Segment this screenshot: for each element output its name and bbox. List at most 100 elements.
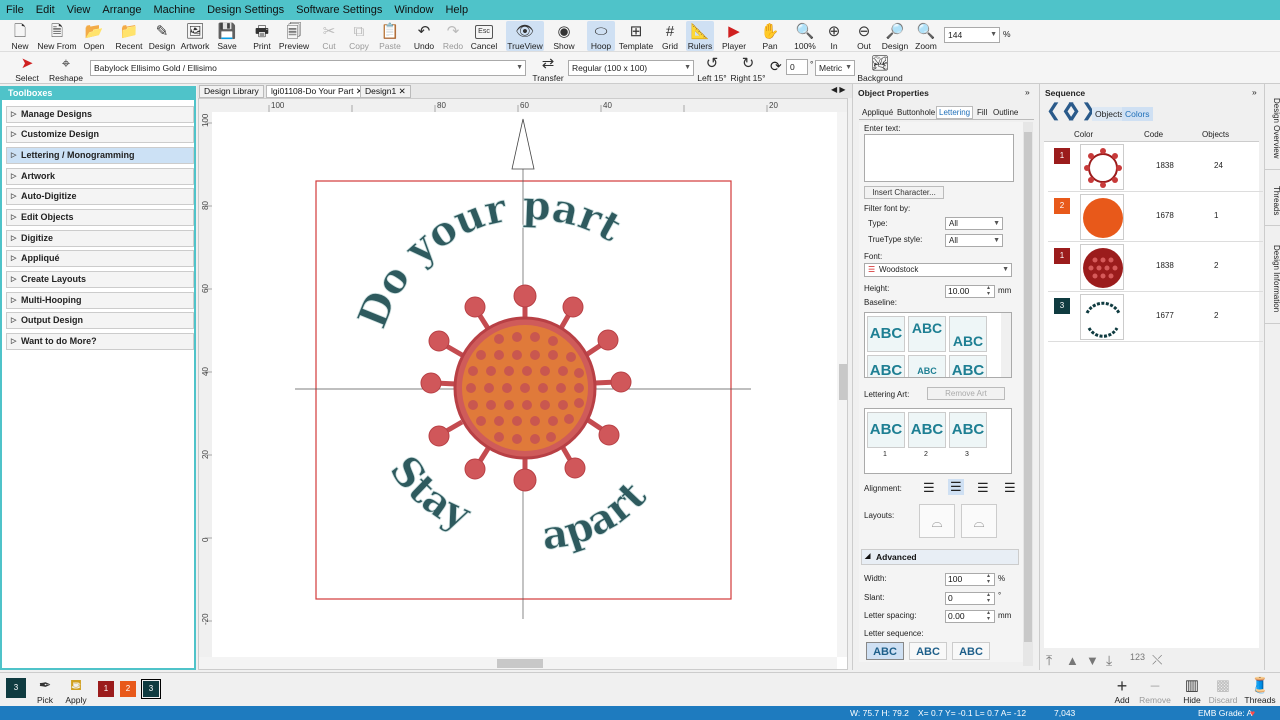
baseline-wave-option[interactable]: ABC: [949, 355, 987, 377]
menu-window[interactable]: Window: [388, 4, 439, 16]
copy-button[interactable]: ⧉ Copy: [346, 21, 372, 52]
menu-edit[interactable]: Edit: [30, 4, 61, 16]
move-to-top-icon[interactable]: ⤒: [1046, 652, 1052, 669]
toolbox-manage-designs[interactable]: Manage Designs: [6, 106, 194, 123]
slant-input[interactable]: 0: [945, 592, 995, 605]
new-from-button[interactable]: 🗎 New From: [37, 21, 77, 52]
move-to-bottom-icon[interactable]: ⤓: [1106, 652, 1112, 669]
baseline-arc-bottom-option[interactable]: ABC: [949, 316, 987, 352]
zoom-level-select[interactable]: 144 ▼: [944, 27, 1000, 43]
advanced-section-header[interactable]: ◢ Advanced: [861, 549, 1019, 565]
rotation-angle-input[interactable]: 0: [786, 59, 808, 75]
save-button[interactable]: 💾 Save: [215, 21, 239, 52]
hoop-button[interactable]: ⬭ Hoop: [587, 21, 615, 51]
letter-spacing-input[interactable]: 0.00: [945, 610, 995, 623]
pick-color-button[interactable]: ✒ Pick: [34, 675, 56, 706]
palette-color-1[interactable]: 1: [98, 681, 114, 697]
add-color-button[interactable]: + Add: [1110, 675, 1134, 705]
baseline-scrollbar[interactable]: [1001, 313, 1011, 377]
tab-outline[interactable]: Outline: [993, 108, 1018, 117]
layout-option-2-icon[interactable]: ⌓: [961, 504, 997, 538]
toolbox-artwork[interactable]: Artwork: [6, 168, 194, 185]
tab-applique[interactable]: Appliqué: [862, 108, 893, 117]
tab-design-information[interactable]: Design Information: [1265, 234, 1280, 324]
cancel-button[interactable]: Esc Cancel: [469, 21, 499, 51]
palette-color-2[interactable]: 2: [120, 681, 136, 697]
tab-do-your-part[interactable]: lgi01108-Do Your Part ✕: [266, 85, 369, 98]
vertical-scroll-thumb[interactable]: [839, 364, 847, 400]
zoom-button[interactable]: 🔍 Zoom: [912, 21, 940, 52]
artwork-button[interactable]: 🖼 Artwork: [180, 21, 210, 52]
template-button[interactable]: ⊞ Template: [618, 21, 654, 52]
recent-button[interactable]: 📁 Recent: [112, 21, 146, 52]
close-icon[interactable]: ✕: [399, 86, 406, 96]
hide-button[interactable]: ▥ Hide: [1180, 675, 1204, 706]
horizontal-scroll-thumb[interactable]: [497, 659, 543, 668]
baseline-circle-option[interactable]: ABC: [867, 355, 905, 377]
toolbox-lettering[interactable]: Lettering / Monogramming: [6, 147, 194, 164]
sequence-reverse-option[interactable]: ABC: [952, 642, 990, 660]
discard-button[interactable]: ▩ Discard: [1208, 675, 1238, 706]
tab-design-overview[interactable]: Design Overview: [1265, 88, 1280, 170]
player-button[interactable]: ▶ Player: [720, 21, 748, 52]
enter-text-field[interactable]: [864, 134, 1014, 182]
toolbox-output-design[interactable]: Output Design: [6, 312, 194, 329]
remove-color-button[interactable]: − Remove: [1138, 675, 1172, 705]
background-button[interactable]: 🏞 Background: [857, 53, 902, 84]
toolbox-digitize[interactable]: Digitize: [6, 230, 194, 247]
rotate-left-button[interactable]: ↺ Left 15°: [697, 53, 727, 84]
expand-panel-icon[interactable]: »: [1252, 87, 1257, 97]
rulers-button[interactable]: 📐 Rulers: [686, 21, 714, 51]
select-button[interactable]: ➤ Select: [12, 53, 42, 84]
sequence-center-option[interactable]: ABC: [909, 642, 947, 660]
toolbox-customize-design[interactable]: Customize Design: [6, 126, 194, 143]
tab-design1[interactable]: Design1 ✕: [360, 85, 411, 98]
toolbox-applique[interactable]: Appliqué: [6, 250, 194, 267]
properties-scroll-thumb[interactable]: [1024, 132, 1032, 642]
optimize-icon[interactable]: ⤬: [1152, 652, 1162, 668]
baseline-vertical-option[interactable]: ABC: [908, 355, 946, 377]
height-input[interactable]: 10.00: [945, 285, 995, 298]
sequence-row[interactable]: 2 1678 1: [1048, 192, 1263, 242]
zoom-100-button[interactable]: 🔍 100%: [792, 21, 818, 52]
threads-button[interactable]: 🧵 Threads: [1244, 675, 1275, 706]
move-up-icon[interactable]: ▲: [1066, 653, 1079, 668]
truetype-style-select[interactable]: All ▼: [945, 234, 1003, 247]
align-right-icon[interactable]: ☰: [977, 480, 989, 496]
lettering-art-option-3[interactable]: ABC: [949, 412, 987, 448]
menu-help[interactable]: Help: [439, 4, 474, 16]
menu-design-settings[interactable]: Design Settings: [201, 4, 290, 16]
toolbox-create-layouts[interactable]: Create Layouts: [6, 271, 194, 288]
menu-arrange[interactable]: Arrange: [96, 4, 147, 16]
tab-lettering[interactable]: Lettering: [936, 106, 974, 119]
properties-scrollbar[interactable]: [1023, 122, 1033, 666]
tab-colors[interactable]: Colors: [1122, 107, 1153, 121]
move-down-icon[interactable]: ▼: [1086, 653, 1099, 668]
undo-button[interactable]: ↶ Undo: [411, 21, 437, 52]
sequence-row[interactable]: 1 1838 24: [1048, 142, 1263, 192]
zoom-design-button[interactable]: 🔎 Design: [880, 21, 910, 52]
menu-view[interactable]: View: [61, 4, 97, 16]
design-button[interactable]: ✎ Design: [148, 21, 176, 52]
baseline-gallery[interactable]: ABC ABC ABC ABC ABC ABC: [864, 312, 1012, 378]
open-button[interactable]: 📂 Open: [82, 21, 106, 52]
apply-color-button[interactable]: ⛾ Apply: [62, 675, 90, 706]
baseline-arc-top-option[interactable]: ABC: [908, 316, 946, 352]
rotate-right-button[interactable]: ↻ Right 15°: [730, 53, 765, 84]
new-button[interactable]: 🗋 New: [8, 21, 32, 52]
type-select[interactable]: All ▼: [945, 217, 1003, 230]
baseline-straight-option[interactable]: ABC: [867, 316, 905, 352]
current-color-swatch[interactable]: 3: [6, 678, 26, 698]
show-button[interactable]: ◉ Show: [549, 21, 579, 52]
sequence-row[interactable]: 1 1838 2: [1048, 242, 1263, 292]
grid-button[interactable]: # Grid: [658, 21, 682, 52]
tab-scroll-arrows-icon[interactable]: ◀ ▶: [831, 85, 846, 94]
align-center-icon[interactable]: ☰: [948, 479, 964, 495]
hoop-size-select[interactable]: Regular (100 x 100) ▼: [568, 60, 694, 76]
lettering-art-option-2[interactable]: ABC: [908, 412, 946, 448]
palette-color-3[interactable]: 3: [141, 679, 161, 699]
toolbox-edit-objects[interactable]: Edit Objects: [6, 209, 194, 226]
pan-button[interactable]: ✋ Pan: [758, 21, 782, 52]
menu-file[interactable]: File: [0, 4, 30, 16]
tab-design-library[interactable]: Design Library: [199, 85, 264, 98]
